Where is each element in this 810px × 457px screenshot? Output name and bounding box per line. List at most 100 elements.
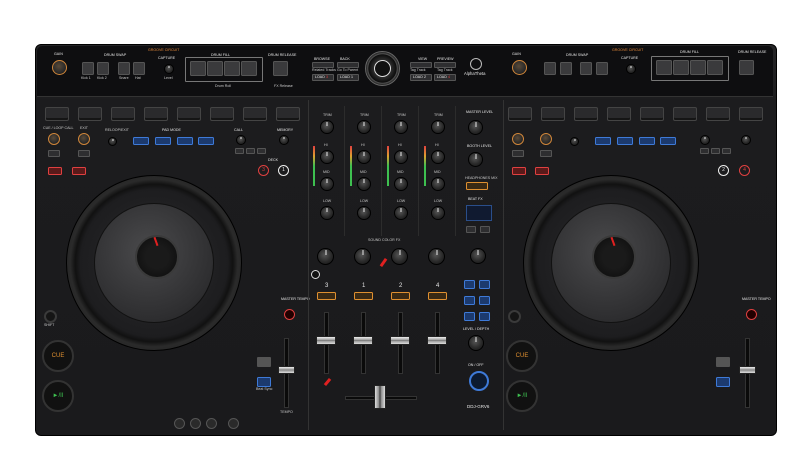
- call-btn-b-right[interactable]: [711, 148, 720, 154]
- pad-7-right[interactable]: [706, 107, 730, 121]
- filter-knob-ch4[interactable]: [428, 248, 445, 265]
- loop-btn-2-right[interactable]: [540, 150, 552, 157]
- pad-8-left[interactable]: [276, 107, 300, 121]
- call-btn-a-right[interactable]: [700, 148, 709, 154]
- pad-1-left[interactable]: [45, 107, 69, 121]
- fx-assign-5[interactable]: [464, 312, 475, 321]
- shift-button-right[interactable]: [508, 310, 521, 323]
- pad-mode-keyboard-right[interactable]: [660, 137, 676, 145]
- mid-knob-ch1[interactable]: [357, 177, 371, 191]
- tempo-fader-left[interactable]: [278, 366, 295, 374]
- loop-knob-2-right[interactable]: [540, 133, 552, 145]
- fx-assign-2[interactable]: [479, 280, 490, 289]
- pad-3-left[interactable]: [111, 107, 135, 121]
- beat-sync-button-right[interactable]: [716, 377, 730, 387]
- drum-release-btn-left[interactable]: [273, 61, 288, 76]
- crossfader[interactable]: [374, 385, 386, 409]
- drum-swap-btn-4-left[interactable]: [133, 62, 145, 75]
- low-knob-ch4[interactable]: [431, 206, 445, 220]
- reloop-knob-right[interactable]: [570, 137, 579, 146]
- drum-fill-pad-2-left[interactable]: [207, 61, 223, 76]
- low-knob-ch1[interactable]: [357, 206, 371, 220]
- beat-fx-select-knob[interactable]: [470, 248, 486, 264]
- mic-knob-3[interactable]: [206, 418, 217, 429]
- hi-knob-ch4[interactable]: [431, 150, 445, 164]
- beat-fx-left-btn[interactable]: [466, 226, 476, 233]
- booth-level-knob[interactable]: [468, 152, 483, 167]
- level-depth-knob[interactable]: [468, 335, 484, 351]
- pad-2-right[interactable]: [541, 107, 565, 121]
- fx-assign-3[interactable]: [464, 296, 475, 305]
- fx-assign-1[interactable]: [464, 280, 475, 289]
- headphone-cue-master-button[interactable]: [311, 270, 320, 279]
- shift-red-btn-2-right[interactable]: [535, 167, 549, 175]
- drum-fill-pad-2-right[interactable]: [673, 60, 689, 75]
- headphones-mix-btn[interactable]: [466, 182, 488, 190]
- drum-swap-btn-1-left[interactable]: [82, 62, 94, 75]
- shift-button-left[interactable]: [44, 310, 57, 323]
- shift-red-btn-1-left[interactable]: [48, 167, 62, 175]
- pad-mode-sampler-right[interactable]: [639, 137, 655, 145]
- loop-btn-2-left[interactable]: [78, 150, 90, 157]
- channel-fader-ch4[interactable]: [427, 336, 447, 345]
- pad-4-left[interactable]: [144, 107, 168, 121]
- call-knob-left[interactable]: [236, 135, 246, 145]
- cue-button-ch4[interactable]: [428, 292, 447, 300]
- loop-btn-1-right[interactable]: [512, 150, 524, 157]
- drum-fill-pad-1-left[interactable]: [190, 61, 206, 76]
- call-knob-right[interactable]: [700, 135, 710, 145]
- cue-button-ch3[interactable]: [317, 292, 336, 300]
- beat-sync-button-left[interactable]: [257, 377, 271, 387]
- deck-select-1-left[interactable]: 1: [278, 165, 289, 176]
- drum-fill-pad-1-right[interactable]: [656, 60, 672, 75]
- filter-knob-ch1[interactable]: [354, 248, 371, 265]
- pad-1-right[interactable]: [508, 107, 532, 121]
- pad-mode-beatjump-left[interactable]: [155, 137, 171, 145]
- drum-release-btn-right[interactable]: [739, 60, 754, 75]
- mid-knob-ch2[interactable]: [394, 177, 408, 191]
- master-tempo-button-left[interactable]: [284, 309, 295, 320]
- call-btn-c-left[interactable]: [257, 148, 266, 154]
- pad-mode-keyboard-left[interactable]: [198, 137, 214, 145]
- channel-fader-ch3[interactable]: [316, 336, 336, 345]
- trim-knob-ch4[interactable]: [431, 120, 445, 134]
- cue-button-ch2[interactable]: [391, 292, 410, 300]
- mid-knob-ch3[interactable]: [320, 177, 334, 191]
- deck-select-3-left[interactable]: 3: [258, 165, 269, 176]
- memory-knob-right[interactable]: [741, 135, 751, 145]
- pad-2-left[interactable]: [78, 107, 102, 121]
- drum-swap-btn-2-left[interactable]: [97, 62, 109, 75]
- pad-4-right[interactable]: [607, 107, 631, 121]
- cue-button-right[interactable]: CUE: [506, 340, 538, 372]
- call-btn-a-left[interactable]: [235, 148, 244, 154]
- play-button-right[interactable]: ►/II: [506, 380, 538, 412]
- reloop-knob-left[interactable]: [108, 137, 117, 146]
- pad-6-right[interactable]: [673, 107, 697, 121]
- low-knob-ch3[interactable]: [320, 206, 334, 220]
- channel-fader-ch1[interactable]: [353, 336, 373, 345]
- low-knob-ch2[interactable]: [394, 206, 408, 220]
- deck-select-2-right[interactable]: 2: [718, 165, 729, 176]
- beat-fx-on-off-button[interactable]: [469, 371, 489, 391]
- shift-red-btn-1-right[interactable]: [512, 167, 526, 175]
- loop-knob-1-right[interactable]: [512, 133, 524, 145]
- call-btn-c-right[interactable]: [722, 148, 731, 154]
- capture-knob-left[interactable]: [164, 64, 174, 74]
- pad-7-left[interactable]: [243, 107, 267, 121]
- drum-swap-btn-3-left[interactable]: [118, 62, 130, 75]
- pad-mode-hotcue-right[interactable]: [595, 137, 611, 145]
- pad-mode-hotcue-left[interactable]: [133, 137, 149, 145]
- gain-knob-right[interactable]: [512, 60, 527, 75]
- master-level-knob[interactable]: [468, 120, 483, 135]
- loop-knob-1-left[interactable]: [48, 133, 60, 145]
- drum-swap-btn-4-right[interactable]: [596, 62, 608, 75]
- drum-swap-btn-3-right[interactable]: [580, 62, 592, 75]
- pad-5-right[interactable]: [640, 107, 664, 121]
- loop-btn-1-left[interactable]: [48, 150, 60, 157]
- trim-knob-ch2[interactable]: [394, 120, 408, 134]
- play-button-left[interactable]: ►/II: [42, 380, 74, 412]
- drum-swap-btn-1-right[interactable]: [544, 62, 556, 75]
- drum-fill-pad-4-right[interactable]: [707, 60, 723, 75]
- filter-knob-ch3[interactable]: [317, 248, 334, 265]
- drum-fill-pad-3-right[interactable]: [690, 60, 706, 75]
